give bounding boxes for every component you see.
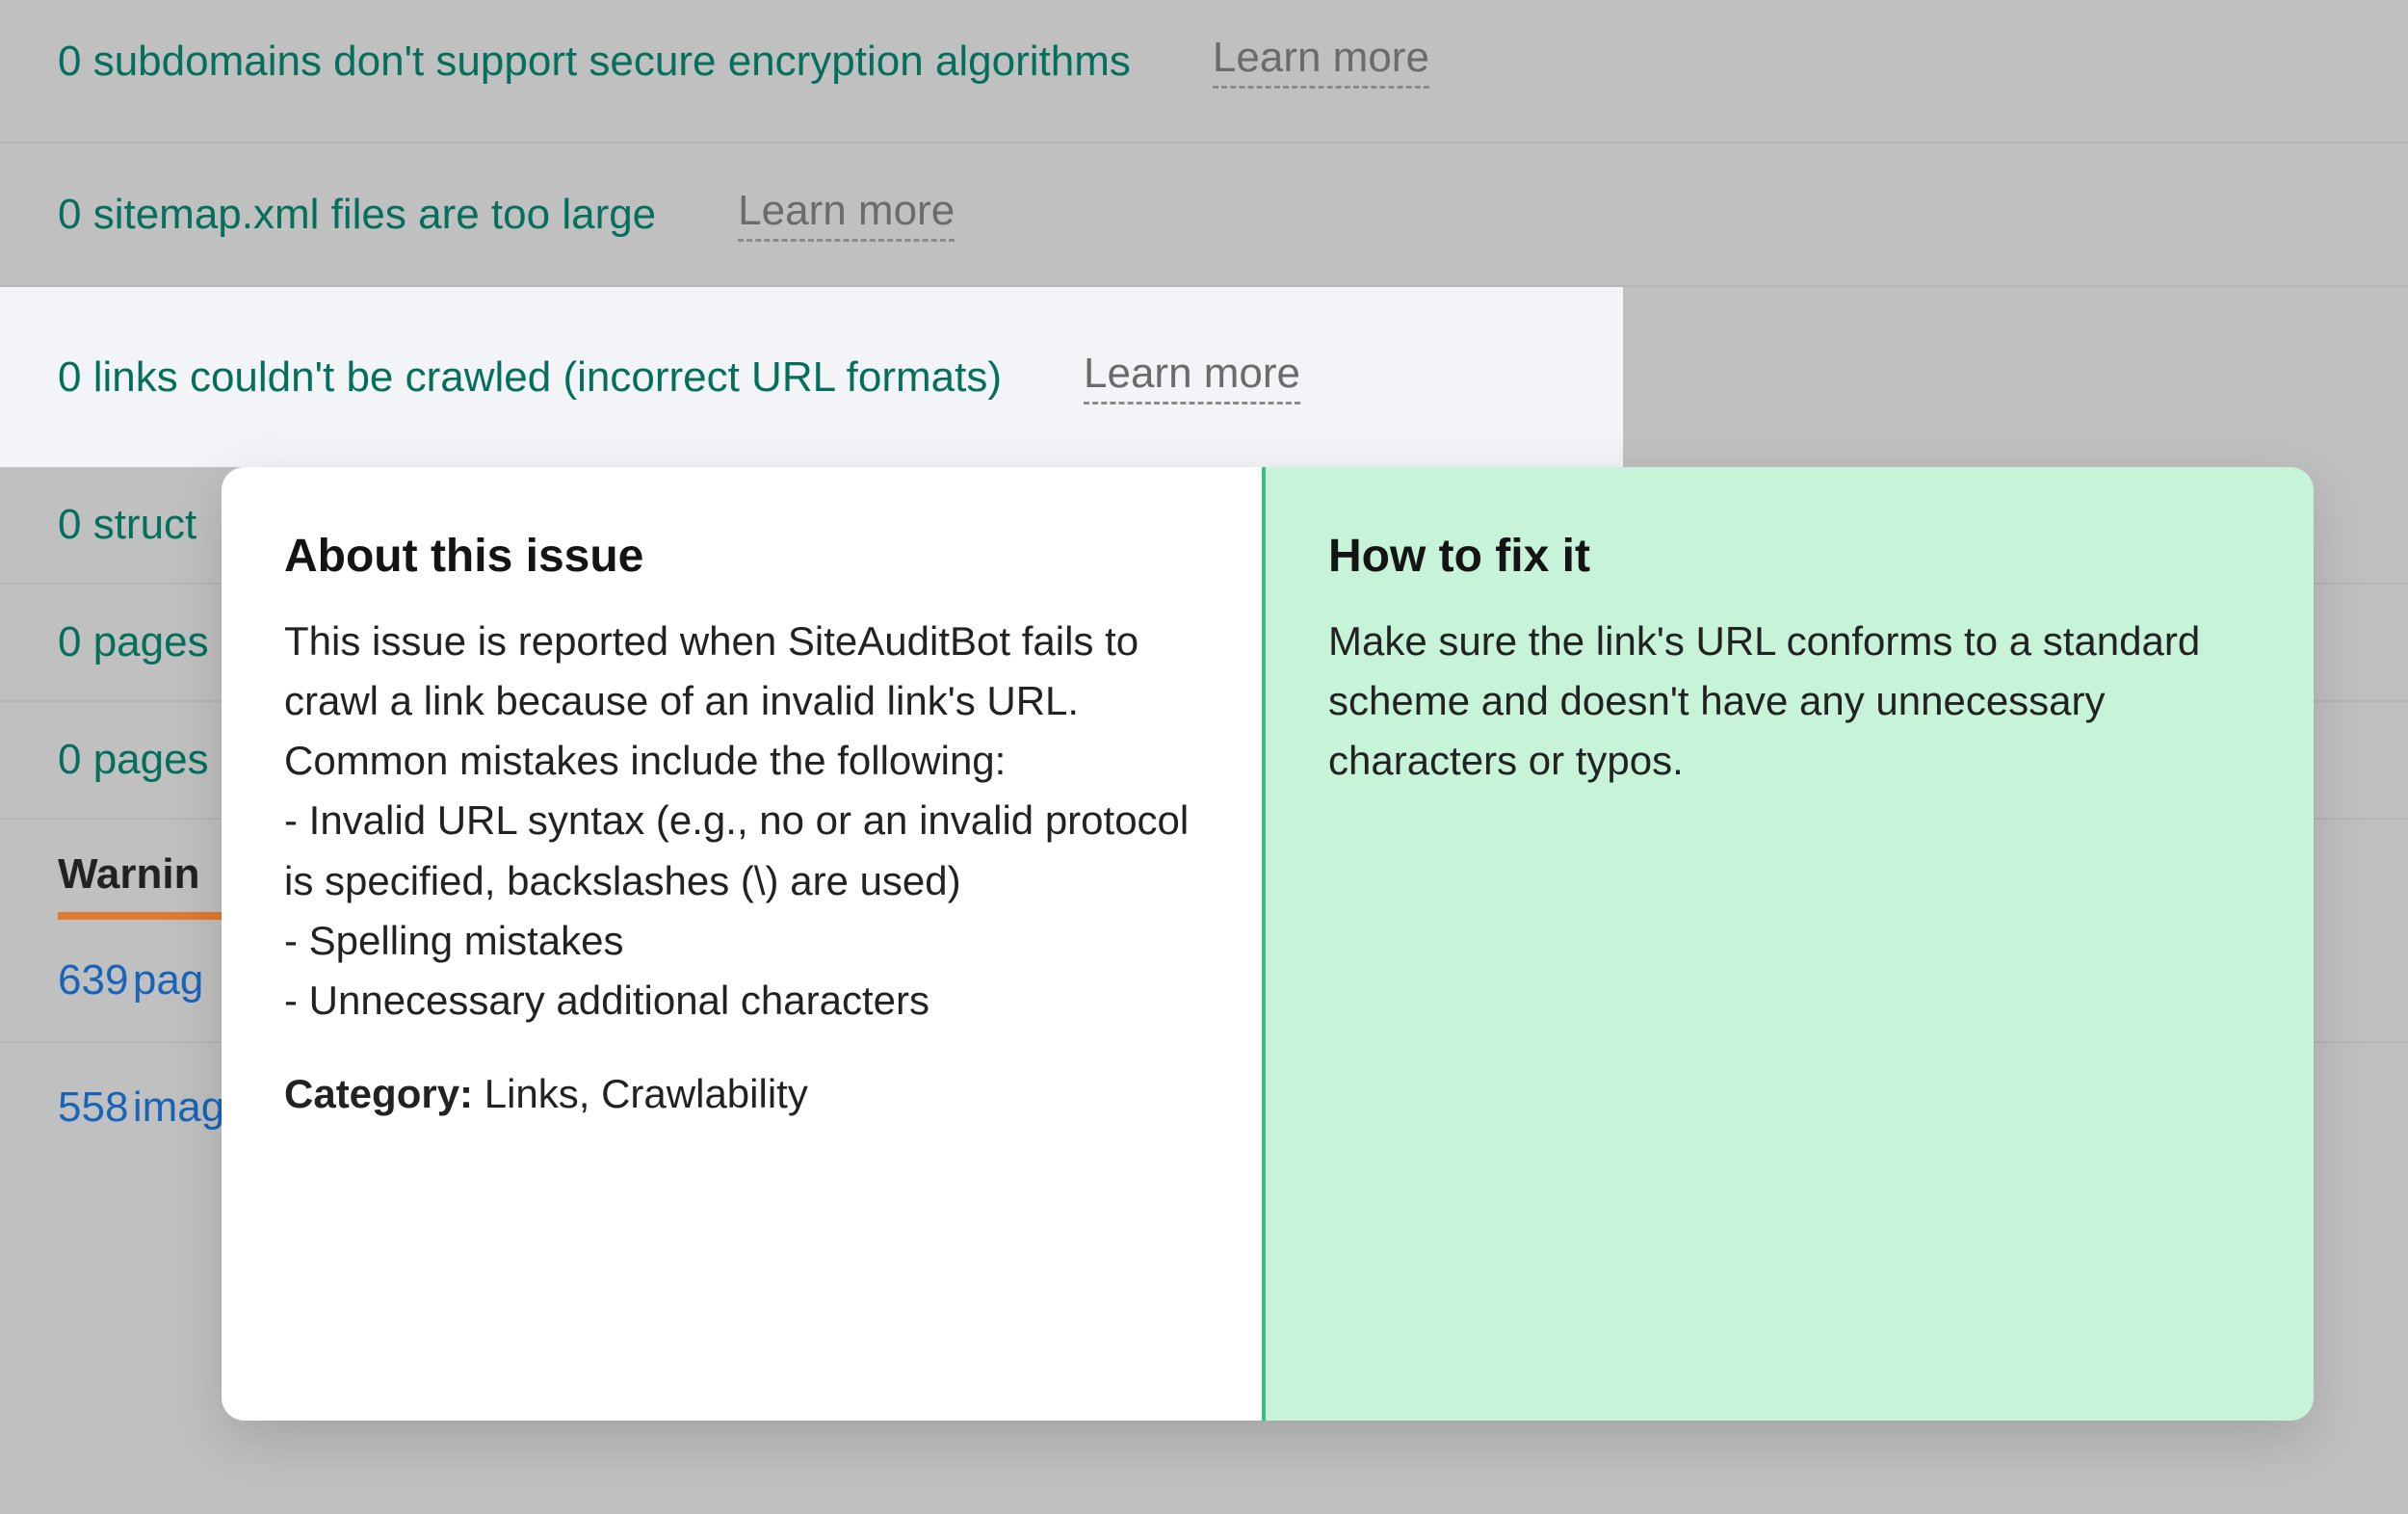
- learn-more-link[interactable]: Learn more: [1084, 350, 1300, 405]
- issue-row[interactable]: 0 sitemap.xml files are too large Learn …: [0, 144, 2408, 287]
- issue-title: 0 pages: [58, 736, 209, 784]
- tooltip-fix-body: Make sure the link's URL conforms to a s…: [1328, 612, 2251, 791]
- tooltip-category-label: Category:: [284, 1071, 473, 1116]
- learn-more-link[interactable]: Learn more: [1213, 34, 1429, 89]
- issue-title: 0 sitemap.xml files are too large: [58, 191, 656, 239]
- tooltip-about-panel: About this issue This issue is reported …: [222, 467, 1262, 1421]
- issue-row-active[interactable]: 0 links couldn't be crawled (incorrect U…: [0, 287, 1623, 467]
- warning-text: 639 pag: [58, 956, 203, 1005]
- tooltip-fix-heading: How to fix it: [1328, 530, 2251, 583]
- tooltip-about-heading: About this issue: [284, 530, 1199, 583]
- issue-row[interactable]: 0 subdomains don't support secure encryp…: [0, 0, 2408, 144]
- tooltip-fix-panel: How to fix it Make sure the link's URL c…: [1262, 467, 2314, 1421]
- issue-title: 0 struct: [58, 501, 196, 549]
- issue-tooltip-popup: About this issue This issue is reported …: [222, 467, 2314, 1421]
- tooltip-about-body: This issue is reported when SiteAuditBot…: [284, 612, 1199, 1031]
- tooltip-category: Category: Links, Crawlability: [284, 1071, 1199, 1117]
- warning-count-link[interactable]: 558: [58, 1083, 128, 1131]
- learn-more-link[interactable]: Learn more: [738, 187, 955, 242]
- warning-count-link[interactable]: 639: [58, 956, 128, 1004]
- warning-prefix[interactable]: pag: [133, 956, 203, 1004]
- issue-title: 0 links couldn't be crawled (incorrect U…: [58, 353, 1002, 402]
- issue-title: 0 subdomains don't support secure encryp…: [58, 38, 1131, 86]
- issue-title: 0 pages: [58, 618, 209, 666]
- tooltip-category-value: Links, Crawlability: [484, 1071, 808, 1116]
